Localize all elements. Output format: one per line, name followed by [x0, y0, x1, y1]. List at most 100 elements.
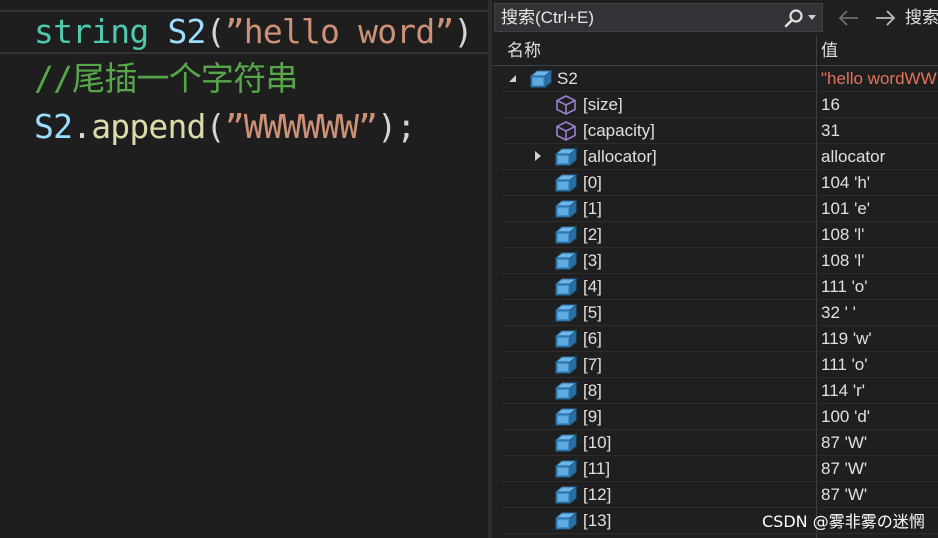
- watch-row-name: [capacity]: [583, 121, 655, 140]
- type-keyword: string: [34, 12, 149, 51]
- watch-row-value[interactable]: 101 'e': [821, 196, 870, 222]
- watermark: CSDN @雾非雾の迷惘: [762, 512, 925, 531]
- watch-row[interactable]: [5] 32 ' ': [502, 300, 938, 326]
- watch-row[interactable]: [8] 114 'r': [502, 378, 938, 404]
- watch-window: 搜索 名称 值 S2"hello wordWW[size]16[capacity…: [492, 0, 938, 538]
- watch-row[interactable]: [1] 101 'e': [502, 196, 938, 222]
- watch-row-value[interactable]: 87 'W': [821, 482, 867, 508]
- watch-row[interactable]: [12] 87 'W': [502, 482, 938, 508]
- watch-row-value[interactable]: 108 'l': [821, 222, 864, 248]
- watch-row[interactable]: [capacity] 31: [502, 118, 938, 144]
- watch-row[interactable]: [6] 119 'w': [502, 326, 938, 352]
- object-icon: [554, 511, 578, 531]
- string-literal: ”WWWWWW”: [224, 107, 378, 146]
- object-icon: [554, 277, 578, 297]
- watch-row-value[interactable]: 108 'l': [821, 248, 864, 274]
- watch-row-name: [13]: [583, 511, 612, 530]
- column-header: 名称 值: [492, 36, 938, 66]
- watch-row-name: [7]: [583, 355, 602, 374]
- watch-row-name: [8]: [583, 381, 602, 400]
- watch-row-value[interactable]: 111 'o': [821, 274, 868, 300]
- expand-arrow-icon[interactable]: [535, 151, 541, 161]
- object-icon: [554, 407, 578, 427]
- watch-row-value[interactable]: "hello wordWW: [821, 66, 937, 92]
- object-icon: [554, 173, 578, 193]
- watch-row-value[interactable]: 32 ' ': [821, 300, 856, 326]
- watch-row-name: [0]: [583, 173, 602, 192]
- watch-row-value[interactable]: 114 'r': [821, 378, 865, 404]
- watch-row-name: [10]: [583, 433, 612, 452]
- property-icon: [555, 121, 577, 141]
- watch-row-name: S2: [557, 69, 578, 88]
- watch-row-value[interactable]: 31: [821, 118, 840, 144]
- back-arrow-icon[interactable]: [837, 6, 861, 30]
- watch-row[interactable]: [11] 87 'W': [502, 456, 938, 482]
- watch-row-name: [9]: [583, 407, 602, 426]
- search-depth-label[interactable]: 搜索: [905, 5, 938, 31]
- object-icon: [554, 199, 578, 219]
- object-icon: [529, 69, 553, 89]
- close-paren: ): [453, 12, 474, 51]
- watch-row-name: [5]: [583, 303, 602, 322]
- watch-row-name: [4]: [583, 277, 602, 296]
- watch-row-value[interactable]: 87 'W': [821, 430, 867, 456]
- watch-row-value[interactable]: allocator: [821, 144, 885, 170]
- watch-row-name: [2]: [583, 225, 602, 244]
- object-icon: [554, 459, 578, 479]
- string-literal: ”hello word”: [224, 12, 455, 51]
- object-icon: [554, 355, 578, 375]
- collapse-arrow-icon[interactable]: [509, 75, 516, 82]
- watch-row-name: [1]: [583, 199, 602, 218]
- watch-row-value[interactable]: 16: [821, 92, 840, 118]
- watch-row-name: [allocator]: [583, 147, 657, 166]
- watch-row[interactable]: [0] 104 'h': [502, 170, 938, 196]
- forward-arrow-icon[interactable]: [873, 6, 897, 30]
- property-icon: [555, 95, 577, 115]
- object-icon: [554, 147, 578, 167]
- watch-row[interactable]: [4] 111 'o': [502, 274, 938, 300]
- search-options-dropdown-icon[interactable]: [808, 15, 816, 20]
- object-icon: [554, 485, 578, 505]
- watch-row-value[interactable]: 104 'h': [821, 170, 870, 196]
- variable-name: S2: [34, 107, 73, 146]
- column-header-name[interactable]: 名称: [507, 36, 541, 65]
- open-paren: (: [205, 107, 226, 146]
- watch-row-name: [6]: [583, 329, 602, 348]
- watch-row[interactable]: [size] 16: [502, 92, 938, 118]
- watch-row[interactable]: [9] 100 'd': [502, 404, 938, 430]
- watch-row-name: [11]: [583, 459, 611, 478]
- object-icon: [554, 303, 578, 323]
- watch-row[interactable]: [3] 108 'l': [502, 248, 938, 274]
- code-line-3[interactable]: S2.append(”WWWWWW”);: [34, 105, 416, 149]
- open-paren: (: [205, 12, 226, 51]
- watch-row[interactable]: [10] 87 'W': [502, 430, 938, 456]
- method-name: append: [91, 107, 206, 146]
- watch-row-name: [size]: [583, 95, 623, 114]
- object-icon: [554, 251, 578, 271]
- watch-row-value[interactable]: 87 'W': [821, 456, 867, 482]
- object-icon: [554, 329, 578, 349]
- member-dot: .: [72, 107, 92, 146]
- watch-row[interactable]: [7] 111 'o': [502, 352, 938, 378]
- object-icon: [554, 433, 578, 453]
- code-editor[interactable]: string S2(”hello word”) //尾插一个字符串 S2.app…: [0, 0, 488, 538]
- search-toolbar: 搜索: [492, 0, 938, 36]
- close-paren-semicolon: );: [377, 107, 416, 146]
- watch-row-name: [12]: [583, 485, 612, 504]
- variable-name: S2: [167, 12, 206, 51]
- search-icon[interactable]: [783, 8, 805, 30]
- search-box[interactable]: [494, 3, 823, 32]
- watch-row-value[interactable]: 100 'd': [821, 404, 870, 430]
- column-header-value[interactable]: 值: [821, 36, 838, 65]
- watch-row-name: [3]: [583, 251, 602, 270]
- watch-row-value[interactable]: 111 'o': [821, 352, 868, 378]
- watch-row-root[interactable]: S2 "hello wordWW: [502, 66, 938, 92]
- watch-row[interactable]: [allocator] allocator: [502, 144, 938, 170]
- code-line-1[interactable]: string S2(”hello word”): [34, 10, 473, 54]
- watch-row[interactable]: [2] 108 'l': [502, 222, 938, 248]
- search-input[interactable]: [501, 4, 771, 31]
- watch-row-value[interactable]: 119 'w': [821, 326, 872, 352]
- object-icon: [554, 225, 578, 245]
- code-line-2-comment[interactable]: //尾插一个字符串: [34, 57, 298, 101]
- object-icon: [554, 381, 578, 401]
